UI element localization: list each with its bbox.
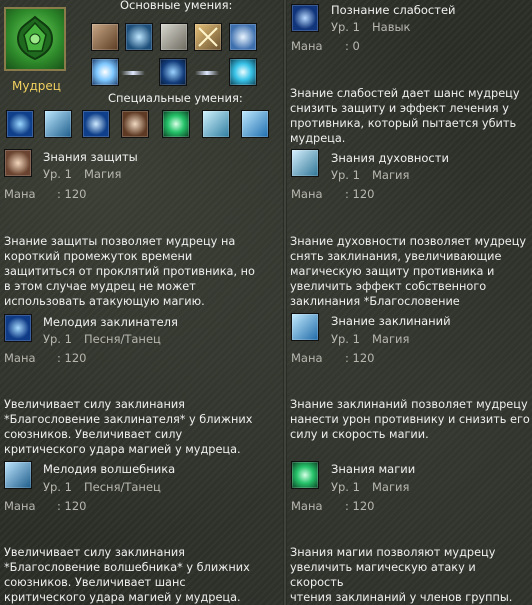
- wand-icon[interactable]: [125, 23, 153, 51]
- skill-name: Мелодия заклинателя: [43, 315, 178, 329]
- special-skills-title: Специальные умения:: [108, 91, 243, 105]
- blue-rune-icon[interactable]: [6, 110, 34, 138]
- wave-icon[interactable]: [44, 110, 72, 138]
- skill-description: Увеличивает силу заклинания *Благословен…: [4, 546, 250, 604]
- skill-description: Знание духовности позволяет мудрецу снят…: [290, 235, 527, 308]
- arrow-right-icon: [121, 71, 145, 75]
- skill-description: Увеличивает силу заклинания *Благословен…: [4, 398, 253, 456]
- magic-knowledge-icon[interactable]: [291, 461, 319, 489]
- armor-icon[interactable]: [91, 23, 119, 51]
- class-portrait-icon: [4, 7, 66, 71]
- lightning-icon[interactable]: [241, 110, 269, 138]
- skill-type: Магия: [84, 167, 122, 181]
- caster-melody-icon[interactable]: [4, 314, 32, 342]
- skill-type: Песня/Танец: [84, 480, 161, 494]
- column-divider: [283, 0, 287, 605]
- vortex-icon[interactable]: [159, 58, 187, 86]
- skill-level: Ур. 1: [43, 332, 72, 346]
- skill-type: Песня/Танец: [84, 332, 161, 346]
- skill-description: Знание защиты позволяет мудрецу на корот…: [4, 235, 255, 308]
- skill-level: Ур. 1: [331, 20, 360, 34]
- light-orb-icon[interactable]: [91, 58, 119, 86]
- green-orb-icon[interactable]: [162, 110, 190, 138]
- spirituality-knowledge-icon[interactable]: [291, 149, 319, 177]
- mana-value: : 120: [57, 499, 87, 513]
- protection-knowledge-icon[interactable]: [4, 149, 32, 177]
- mana-label: Мана: [4, 187, 36, 201]
- mana-value: : 120: [345, 351, 375, 365]
- gloves-icon[interactable]: [160, 23, 188, 51]
- mana-label: Мана: [291, 351, 323, 365]
- mana-label: Мана: [4, 499, 36, 513]
- blue-rune-icon[interactable]: [82, 110, 110, 138]
- spell-knowledge-icon[interactable]: [291, 313, 319, 341]
- mana-label: Мана: [291, 499, 323, 513]
- skill-name: Знания духовности: [331, 151, 449, 165]
- skill-name: Знание заклинаний: [331, 314, 451, 328]
- skill-level: Ур. 1: [331, 480, 360, 494]
- rune-icon[interactable]: [229, 23, 257, 51]
- mana-label: Мана: [291, 187, 323, 201]
- skill-level: Ур. 1: [43, 480, 72, 494]
- mana-value: : 120: [345, 187, 375, 201]
- mana-label: Мана: [291, 39, 323, 53]
- skill-type: Навык: [372, 20, 411, 34]
- wizard-melody-icon[interactable]: [4, 461, 32, 489]
- skill-name: Знания магии: [331, 462, 416, 476]
- skill-description: Знание заклинаний позволяет мудрецу нане…: [290, 398, 530, 441]
- class-name: Мудрец: [12, 79, 61, 93]
- star-burst-icon[interactable]: [229, 58, 257, 86]
- skill-level: Ур. 1: [43, 167, 72, 181]
- mana-value: : 120: [345, 499, 375, 513]
- skill-type: Магия: [372, 332, 410, 346]
- skill-description: Знание слабостей дает шанс мудрецу снизи…: [290, 87, 520, 145]
- mana-value: : 120: [57, 187, 87, 201]
- crossed-staves-icon[interactable]: [194, 23, 222, 51]
- mana-label: Мана: [4, 351, 36, 365]
- mana-value: : 0: [345, 39, 360, 53]
- mana-value: : 120: [57, 351, 87, 365]
- spirit-icon[interactable]: [202, 110, 230, 138]
- skill-name: Знания защиты: [43, 150, 138, 164]
- weakness-knowledge-icon[interactable]: [291, 4, 319, 32]
- shield-icon[interactable]: [121, 110, 149, 138]
- skill-type: Магия: [372, 480, 410, 494]
- skill-name: Мелодия волшебника: [43, 462, 176, 476]
- basic-skills-title: Основные умения:: [120, 0, 233, 12]
- skill-type: Магия: [372, 168, 410, 182]
- arrow-right-icon: [195, 71, 219, 75]
- skill-level: Ур. 1: [331, 332, 360, 346]
- skill-description: Знания магии позволяют мудрецу увеличить…: [290, 546, 513, 604]
- skill-name: Познание слабостей: [331, 3, 456, 17]
- skill-level: Ур. 1: [331, 168, 360, 182]
